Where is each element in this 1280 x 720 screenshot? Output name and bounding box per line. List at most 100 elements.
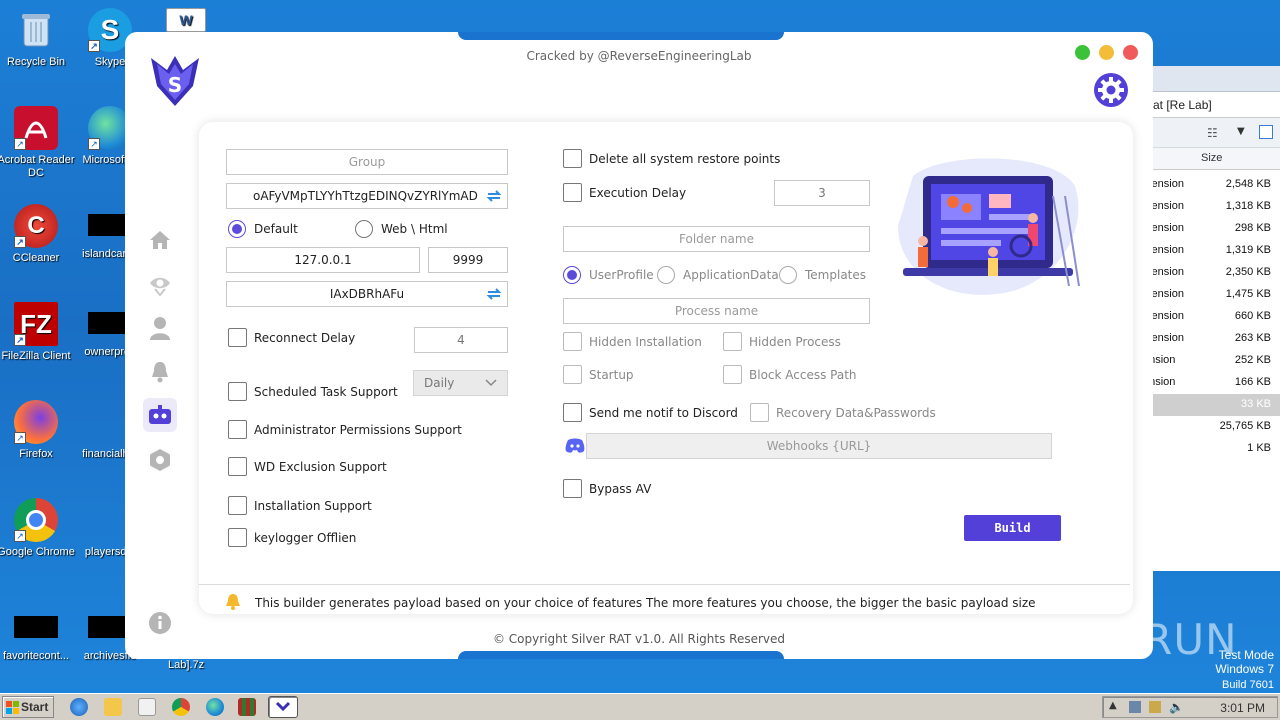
preview-pane-icon[interactable] (1259, 125, 1273, 139)
edge-icon[interactable] (206, 698, 224, 716)
default-radio[interactable] (228, 220, 246, 238)
winrar-icon[interactable] (238, 698, 256, 716)
window-title: Cracked by @ReverseEngineeringLab (526, 49, 752, 63)
user-icon[interactable] (147, 315, 173, 341)
desktop-icon-chrome[interactable]: ↗ Google Chrome (0, 498, 76, 559)
builder-panel: oAFyVMpTLYYhTtzgEDINQvZYRlYmAD Default W… (199, 122, 1133, 614)
settings-gear-icon[interactable] (1093, 72, 1129, 108)
refresh-icon[interactable] (485, 285, 503, 303)
execution-delay-input[interactable]: 3 (774, 180, 870, 206)
startup-label: Startup (589, 368, 634, 382)
wd-exclusion-checkbox[interactable] (228, 457, 247, 476)
discord-notif-checkbox[interactable] (563, 403, 582, 422)
mutex-field[interactable]: oAFyVMpTLYYhTtzgEDINQvZYRlYmAD (226, 183, 508, 209)
start-button[interactable]: Start (2, 696, 54, 718)
group-field[interactable] (226, 149, 508, 175)
explorer-titlebar (1149, 66, 1280, 92)
group-input[interactable] (227, 150, 507, 174)
mutex-value: oAFyVMpTLYYhTtzgEDINQvZYRlYmAD (253, 189, 478, 203)
execution-delay-checkbox[interactable] (563, 183, 582, 202)
file-row[interactable]: ension 166 KB (1143, 372, 1280, 394)
file-row[interactable]: xtension 660 KB (1143, 306, 1280, 328)
file-row[interactable]: xtension 298 KB (1143, 218, 1280, 240)
process-name-input[interactable] (564, 299, 869, 323)
bypass-av-checkbox[interactable] (563, 479, 582, 498)
desktop-icon-filezilla[interactable]: FZ ↗ FileZilla Client (0, 302, 76, 363)
column-header[interactable]: Size (1149, 148, 1280, 170)
userprofile-radio[interactable] (563, 266, 581, 284)
hidden-installation-checkbox[interactable] (563, 332, 582, 351)
file-size: 1,319 KB (1225, 244, 1271, 256)
file-row[interactable]: xtension 2,350 KB (1143, 262, 1280, 284)
robot-icon[interactable] (143, 398, 177, 432)
installation-support-label: Installation Support (254, 499, 372, 513)
folder-name-input[interactable] (564, 227, 869, 251)
chrome-icon[interactable] (172, 698, 190, 716)
clock[interactable]: 3:01 PM (1220, 701, 1265, 715)
key-field[interactable]: IAxDBRhAFu (226, 281, 508, 307)
startup-checkbox[interactable] (563, 365, 582, 384)
ie-icon[interactable] (70, 698, 88, 716)
keylogger-offline-checkbox[interactable] (228, 528, 247, 547)
desktop-icon-firefox[interactable]: ↗ Firefox (0, 400, 76, 461)
view-icon[interactable]: ☷ (1207, 126, 1218, 140)
file-row[interactable]: xtension 263 KB (1143, 328, 1280, 350)
anyrun-watermark: ANY RUN (1040, 615, 1238, 664)
developer-illustration (898, 158, 1080, 295)
explorer-icon[interactable] (104, 698, 122, 716)
reconnect-delay-checkbox[interactable] (228, 328, 247, 347)
network-icon[interactable] (1129, 701, 1141, 713)
desktop-icon-acrobat[interactable]: ↗ Acrobat Reader DC (0, 106, 76, 180)
silver-rat-taskbar-button[interactable] (268, 696, 298, 718)
hidden-installation-label: Hidden Installation (589, 335, 702, 349)
explorer-address[interactable]: at [Re Lab] (1149, 92, 1280, 118)
volume-icon[interactable]: 🔈 (1169, 700, 1184, 714)
webhook-url-field[interactable]: Webhooks {URL} (586, 433, 1052, 459)
port-field[interactable]: 9999 (428, 247, 508, 273)
reconnect-delay-input[interactable]: 4 (414, 327, 508, 353)
desktop-icon-favoritecont[interactable]: favoritecont... (0, 606, 76, 663)
applicationdata-radio[interactable] (657, 266, 675, 284)
refresh-icon[interactable] (485, 187, 503, 205)
file-row[interactable]: 25,765 KB (1149, 416, 1280, 438)
bell-icon[interactable] (147, 359, 173, 385)
action-center-icon[interactable] (1149, 701, 1161, 713)
file-row[interactable]: 1 KB (1149, 438, 1280, 460)
build-button[interactable]: Build (964, 515, 1061, 541)
block-access-path-checkbox[interactable] (723, 365, 742, 384)
hexagon-settings-icon[interactable] (147, 447, 173, 473)
desktop-file-label: Lab].7z (168, 659, 205, 671)
desktop-icon-ccleaner[interactable]: C ↗ CCleaner (0, 204, 76, 265)
close-button[interactable] (1123, 45, 1138, 60)
desktop-icon-label: favoritecont... (2, 650, 70, 662)
chevron-down-icon[interactable]: ▼ (1237, 126, 1245, 137)
discord-icon (565, 438, 585, 453)
delete-restore-points-checkbox[interactable] (563, 149, 582, 168)
maximize-button[interactable] (1075, 45, 1090, 60)
file-row[interactable]: ension 252 KB (1143, 350, 1280, 372)
web-html-radio[interactable] (355, 220, 373, 238)
home-icon[interactable] (147, 227, 173, 253)
process-name-field[interactable] (563, 298, 870, 324)
folder-name-field[interactable] (563, 226, 870, 252)
recovery-data-checkbox[interactable] (750, 403, 769, 422)
minimize-button[interactable] (1099, 45, 1114, 60)
templates-radio[interactable] (779, 266, 797, 284)
file-size: 2,548 KB (1225, 178, 1271, 190)
chevron-up-icon[interactable]: ▲ (1109, 700, 1117, 711)
host-field[interactable]: 127.0.0.1 (226, 247, 420, 273)
schedule-select[interactable]: Daily (413, 370, 508, 396)
scheduled-task-checkbox[interactable] (228, 382, 247, 401)
desktop-icon-label: Firefox (19, 448, 53, 460)
hidden-process-checkbox[interactable] (723, 332, 742, 351)
file-row[interactable]: xtension 1,475 KB (1143, 284, 1280, 306)
file-row[interactable]: 33 KB (1149, 394, 1280, 416)
file-row[interactable]: xtension 1,319 KB (1143, 240, 1280, 262)
installation-support-checkbox[interactable] (228, 496, 247, 515)
desktop-icon-recycle-bin[interactable]: Recycle Bin (0, 8, 76, 69)
file-row[interactable]: xtension 2,548 KB (1143, 174, 1280, 196)
eye-icon[interactable] (147, 272, 173, 298)
admin-permissions-checkbox[interactable] (228, 420, 247, 439)
media-player-icon[interactable] (138, 698, 156, 716)
file-row[interactable]: xtension 1,318 KB (1143, 196, 1280, 218)
